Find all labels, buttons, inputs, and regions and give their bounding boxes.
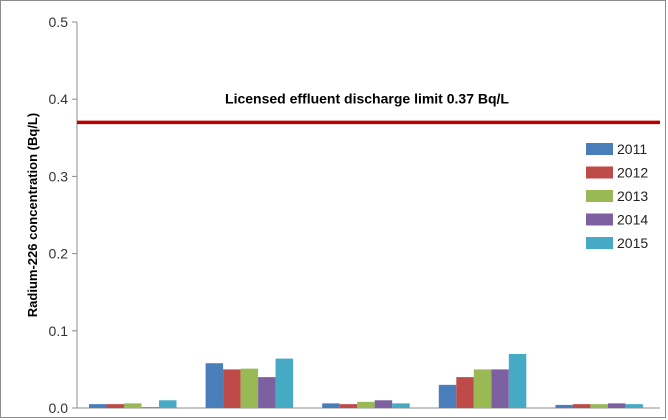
bar-2012-group-3	[339, 404, 358, 408]
bar-2015-group-5	[625, 404, 643, 408]
legend: 2011 2012 2013 2014 2015	[586, 141, 648, 251]
reference-line-group: Licensed effluent discharge limit 0.37 B…	[77, 90, 660, 125]
bar-2013-group-4	[473, 369, 492, 408]
bar-2015-group-1	[159, 400, 177, 408]
bar-2013-group-3	[357, 401, 375, 408]
bar-2011-group-4	[438, 384, 457, 408]
legend-label-2013: 2013	[617, 188, 648, 204]
y-tick-label: 0.3	[49, 168, 69, 184]
bar-2012-group-5	[572, 404, 591, 408]
y-ticks: 0.0 0.1 0.2 0.3 0.4 0.5	[49, 14, 77, 416]
bars	[89, 353, 643, 408]
legend-label-2014: 2014	[617, 212, 648, 228]
bar-2012-group-1	[106, 404, 124, 408]
bar-2012-group-2	[223, 369, 241, 408]
bar-2014-group-2	[258, 377, 276, 408]
legend-swatch-2013	[586, 190, 613, 202]
y-tick-label: 0.5	[49, 14, 69, 30]
bar-2011-group-5	[555, 404, 573, 408]
y-tick-label: 0.0	[49, 400, 69, 416]
legend-swatch-2015	[586, 237, 613, 249]
bar-2015-group-3	[392, 403, 410, 408]
y-axis-label: Radium-226 concentration (Bq/L)	[25, 113, 40, 317]
y-tick-label: 0.1	[49, 323, 69, 339]
bar-2013-group-2	[240, 368, 259, 408]
legend-swatch-2012	[586, 166, 613, 179]
bar-2014-group-5	[607, 403, 626, 408]
bar-2014-group-4	[491, 369, 509, 408]
bar-2013-group-5	[590, 404, 608, 408]
legend-label-2015: 2015	[617, 235, 648, 251]
bar-2014-group-3	[374, 400, 393, 408]
legend-swatch-2011	[586, 143, 613, 155]
bar-2012-group-4	[456, 377, 474, 408]
legend-label-2012: 2012	[617, 165, 648, 181]
y-tick-label: 0.2	[49, 246, 69, 262]
bar-2011-group-3	[322, 403, 340, 408]
bar-2014-group-1	[141, 407, 159, 408]
legend-label-2011: 2011	[617, 141, 647, 157]
legend-swatch-2014	[586, 213, 613, 226]
bar-2011-group-1	[89, 404, 107, 408]
axes	[76, 22, 660, 409]
bar-2011-group-2	[205, 363, 224, 408]
limit-label: Licensed effluent discharge limit 0.37 B…	[225, 90, 509, 106]
bar-2015-group-4	[508, 353, 527, 408]
bar-2013-group-1	[124, 403, 142, 408]
bar-chart: 0.0 0.1 0.2 0.3 0.4 0.5 Licensed effluent dis…	[25, 14, 660, 416]
bar-2015-group-2	[275, 358, 294, 408]
y-tick-label: 0.4	[49, 91, 69, 107]
